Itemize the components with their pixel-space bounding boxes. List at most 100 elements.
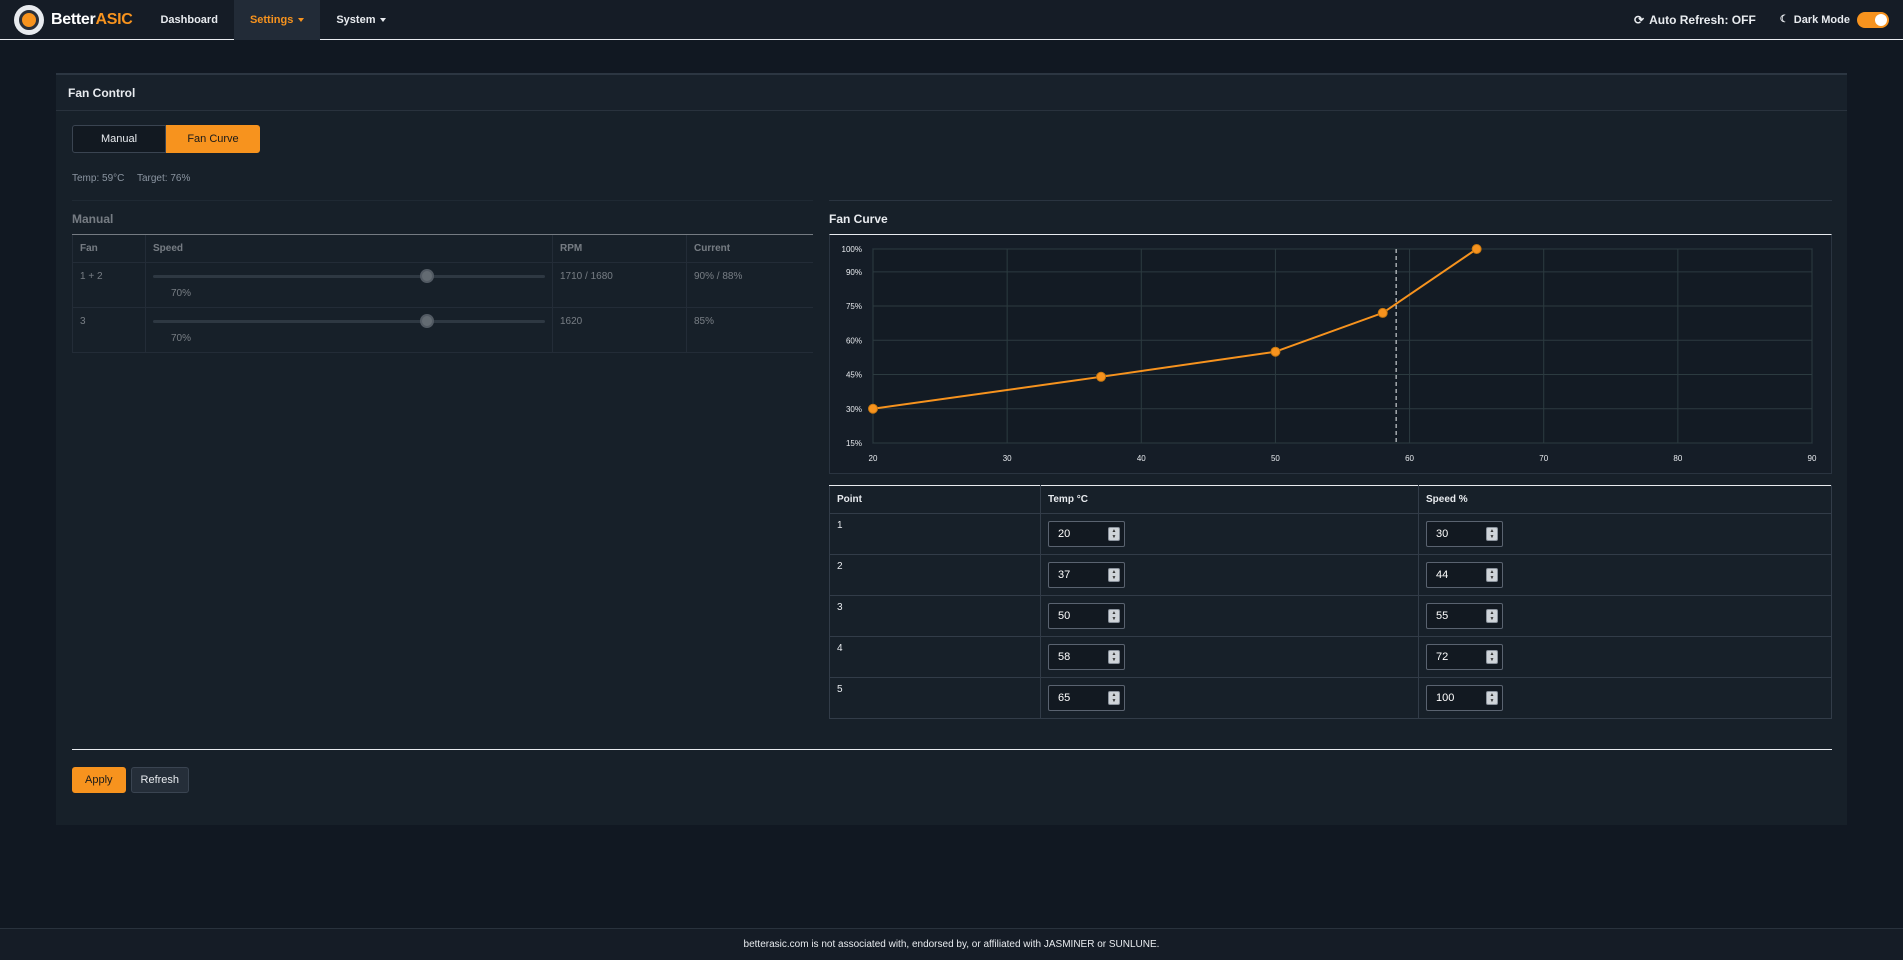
stepper-icon[interactable]: ▲ ▼ — [1486, 527, 1498, 541]
speed-cell: 30 ▲ ▼ — [1418, 513, 1832, 555]
dark-mode-switch[interactable] — [1857, 11, 1889, 28]
temp-cell: 50 ▲ ▼ — [1040, 595, 1419, 637]
y-tick-label: 45% — [846, 371, 862, 380]
temp-input-value: 20 — [1058, 528, 1071, 540]
slider-thumb[interactable] — [420, 269, 435, 283]
speed-cell: 55 ▲ ▼ — [1418, 595, 1832, 637]
fan-curve-plot[interactable]: 100% 90% 75% 60% 45% 30% 15% 20 30 40 50 60 70 80 90 — [830, 235, 1831, 473]
apply-button[interactable]: Apply — [72, 767, 126, 793]
speed-input-value: 55 — [1436, 610, 1449, 622]
card-title: Fan Control — [56, 75, 1847, 111]
current-value: 85% — [686, 307, 813, 353]
current-value: 90% / 88% — [686, 262, 813, 308]
fan-label: 1 + 2 — [72, 262, 146, 308]
curve-point-2[interactable] — [1096, 371, 1107, 382]
col-speed-pct: Speed % — [1418, 485, 1832, 514]
auto-refresh-toggle[interactable]: ⟳ Auto Refresh: OFF — [1634, 13, 1756, 27]
curve-point-1[interactable] — [868, 403, 878, 414]
col-rpm: RPM — [552, 234, 687, 263]
mode-manual-button[interactable]: Manual — [72, 125, 166, 153]
speed-input-value: 100 — [1436, 692, 1455, 704]
col-temp: Temp °C — [1040, 485, 1419, 514]
x-tick-label: 60 — [1405, 454, 1414, 463]
rpm-value: 1620 — [552, 307, 687, 353]
point-number: 2 — [829, 554, 1041, 596]
chevron-down-icon — [380, 17, 387, 22]
stepper-icon[interactable]: ▲ ▼ — [1108, 527, 1120, 541]
manual-row: 1 + 2 70% 1710 / 1680 90% / 88% — [72, 262, 813, 308]
x-tick-label: 70 — [1539, 454, 1548, 463]
y-tick-label: 100% — [842, 245, 862, 254]
y-tick-label: 15% — [846, 439, 862, 448]
stepper-icon[interactable]: ▲ ▼ — [1486, 691, 1498, 705]
target-status: Target: 76% — [136, 173, 191, 184]
speed-input-value: 44 — [1436, 569, 1449, 581]
rpm-value: 1710 / 1680 — [552, 262, 687, 308]
stepper-icon[interactable]: ▲ ▼ — [1486, 609, 1498, 623]
brand[interactable]: BetterASIC — [14, 4, 133, 35]
fan-control-card: Fan Control Manual Fan Curve Temp: 59°C … — [56, 73, 1847, 825]
mode-fan-curve-button[interactable]: Fan Curve — [166, 125, 260, 153]
plot-area — [872, 248, 1813, 444]
stepper-icon[interactable]: ▲ ▼ — [1108, 568, 1120, 582]
speed-input[interactable]: 44 ▲ ▼ — [1426, 562, 1503, 588]
speed-slider[interactable] — [153, 269, 545, 283]
point-number: 4 — [829, 636, 1041, 678]
stepper-icon[interactable]: ▲ ▼ — [1108, 609, 1120, 623]
temp-input-value: 58 — [1058, 651, 1071, 663]
stepper-icon[interactable]: ▲ ▼ — [1108, 650, 1120, 664]
manual-title: Manual — [72, 212, 114, 226]
temp-cell: 20 ▲ ▼ — [1040, 513, 1419, 555]
temp-cell: 37 ▲ ▼ — [1040, 554, 1419, 596]
speed-input-value: 72 — [1436, 651, 1449, 663]
x-tick-label: 80 — [1673, 454, 1682, 463]
manual-row: 3 70% 1620 85% — [72, 307, 813, 353]
speed-value: 70% — [171, 333, 192, 344]
slider-thumb[interactable] — [420, 314, 435, 328]
speed-cell: 44 ▲ ▼ — [1418, 554, 1832, 596]
nav-system[interactable]: System — [320, 0, 402, 40]
stepper-icon[interactable]: ▲ ▼ — [1108, 691, 1120, 705]
speed-cell: 100 ▲ ▼ — [1418, 677, 1832, 719]
speed-input[interactable]: 30 ▲ ▼ — [1426, 521, 1503, 547]
temp-input-value: 50 — [1058, 610, 1071, 622]
temp-input[interactable]: 65 ▲ ▼ — [1048, 685, 1125, 711]
curve-point-row: 2 37 ▲ ▼ 44 ▲ ▼ — [829, 554, 1832, 596]
temp-input[interactable]: 50 ▲ ▼ — [1048, 603, 1125, 629]
curve-point-5[interactable] — [1471, 244, 1482, 254]
top-navbar: BetterASIC Dashboard Settings System ⟳ A… — [0, 0, 1903, 40]
curve-point-row: 3 50 ▲ ▼ 55 ▲ ▼ — [829, 595, 1832, 637]
chip-logo-icon — [14, 4, 44, 35]
speed-input-value: 30 — [1436, 528, 1449, 540]
nav-settings[interactable]: Settings — [233, 0, 321, 40]
stepper-icon[interactable]: ▲ ▼ — [1486, 568, 1498, 582]
action-buttons: Apply Refresh — [72, 767, 190, 793]
curve-points-table: Point Temp °C Speed % 1 20 ▲ ▼ 30 ▲ ▼ 2 37 ▲ ▼ 44 ▲ ▼… — [829, 485, 1832, 719]
curve-point-3[interactable] — [1270, 346, 1281, 357]
x-tick-label: 30 — [1003, 454, 1012, 463]
temp-input[interactable]: 58 ▲ ▼ — [1048, 644, 1125, 670]
footer: betterasic.com is not associated with, e… — [0, 928, 1903, 960]
nav-dashboard[interactable]: Dashboard — [144, 0, 233, 40]
temp-status: Temp: 59°C — [72, 173, 125, 184]
speed-input[interactable]: 55 ▲ ▼ — [1426, 603, 1503, 629]
speed-cell: 70% — [145, 262, 553, 308]
speed-cell: 70% — [145, 307, 553, 353]
fan-curve-chart: 100% 90% 75% 60% 45% 30% 15% 20 30 40 50 60 70 80 90 — [829, 234, 1832, 474]
col-speed: Speed — [145, 234, 553, 263]
col-current: Current — [686, 234, 813, 263]
point-number: 5 — [829, 677, 1041, 719]
temp-input[interactable]: 37 ▲ ▼ — [1048, 562, 1125, 588]
manual-table: Fan Speed RPM Current 1 + 2 70% 1710 / 168… — [72, 234, 813, 353]
x-tick-label: 50 — [1271, 454, 1280, 463]
temp-input[interactable]: 20 ▲ ▼ — [1048, 521, 1125, 547]
curve-point-4[interactable] — [1377, 307, 1388, 318]
y-tick-label: 75% — [846, 302, 862, 311]
speed-input[interactable]: 72 ▲ ▼ — [1426, 644, 1503, 670]
curve-point-row: 1 20 ▲ ▼ 30 ▲ ▼ — [829, 513, 1832, 555]
divider — [72, 749, 1832, 750]
stepper-icon[interactable]: ▲ ▼ — [1486, 650, 1498, 664]
refresh-button[interactable]: Refresh — [130, 767, 190, 793]
speed-input[interactable]: 100 ▲ ▼ — [1426, 685, 1503, 711]
speed-slider[interactable] — [153, 314, 545, 328]
